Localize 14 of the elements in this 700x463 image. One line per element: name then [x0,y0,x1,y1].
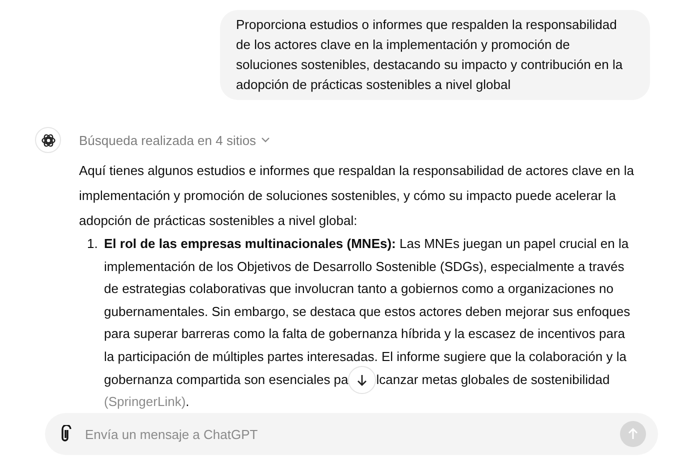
message-composer[interactable]: Envía un mensaje a ChatGPT [45,413,658,455]
chevron-icon [261,137,270,143]
paperclip-icon[interactable] [59,425,73,443]
scroll-down-button[interactable] [348,366,376,394]
response-paragraph: Aquí tienes algunos estudios e informes que respaldan la responsabilidad de actores clave en la implementación y promoción de soluciones sostenibles, y cómo su impacto puede acelerar la adopción de prácticas sostenibles a nivel global: [79,162,636,230]
search-summary-toggle[interactable]: Búsqueda realizada en 4 sitios [79,127,270,153]
down-arrow-icon [356,374,368,386]
knot-icon [40,132,56,148]
up-arrow-icon [627,428,639,440]
source-link[interactable]: (SpringerLink) [104,394,186,410]
list-number: 1. [87,235,99,253]
user-message: Proporciona estudios o informes que respalden la responsabilidad de los actores clave en la implementación y promoción de soluciones sostenibles, destacando su impacto y contribución en la adopción de prácticas sostenibles a nivel global [220,10,650,100]
message-input[interactable]: Envía un mensaje a ChatGPT [83,426,610,442]
list-item-text: El rol de las empresas multinacionales (MNEs): Las MNEs juegan un papel crucial en la implementación de los Objetivos de Desarrollo Sostenible (SDGs), especialmente a través de estrategias colaborativas que involucran tanto a gobiernos como a organizaciones no gubernamentales. Sin embargo, se destaca que estos actores deben mejorar sus enfoques para superar barreras como la falta de gobernanza híbrida y la escasez de incentivos para la participación de múltiples partes interesadas. El informe sugiere que la colaboración y la gobernanza compartida son esenciales pa lcanzar metas globales de sostenibilidad (SpringerLink). [104,235,632,412]
